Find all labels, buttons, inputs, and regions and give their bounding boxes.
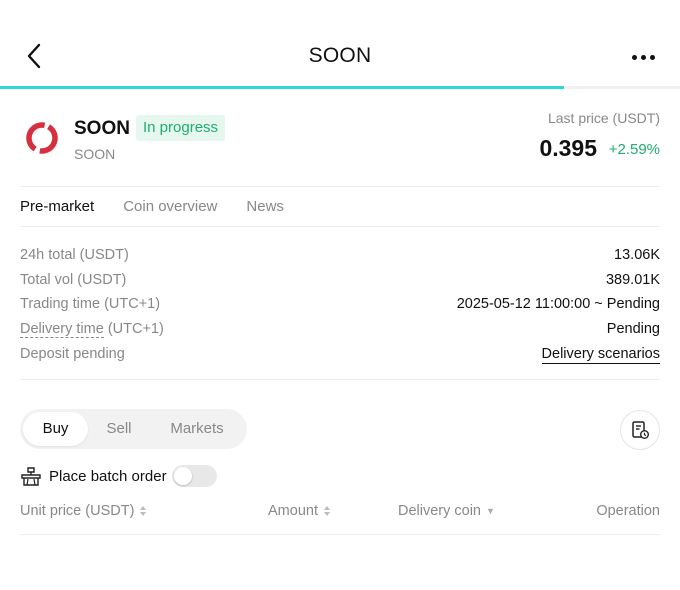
segment-sell[interactable]: Sell — [92, 412, 146, 446]
progress-bar-fill — [0, 86, 565, 89]
delivery-time-tooltip-trigger[interactable]: Delivery time — [20, 321, 104, 339]
price-change: +2.59% — [608, 141, 660, 158]
tab-pre-market[interactable]: Pre-market — [20, 198, 94, 215]
delivery-scenarios-link[interactable]: Delivery scenarios — [541, 346, 660, 364]
coin-logo — [26, 122, 58, 154]
info-value: Pending — [606, 321, 660, 338]
order-side-selector: Buy Sell Markets — [20, 409, 247, 449]
column-label: Unit price (USDT) — [20, 503, 135, 519]
more-horizontal-icon — [631, 54, 637, 60]
batch-order-icon — [21, 467, 41, 486]
coin-name: SOON — [74, 118, 130, 139]
sort-icon — [323, 506, 330, 516]
market-info-list: 24h total (USDT) 13.06K Total vol (USDT)… — [20, 245, 660, 368]
column-operation: Operation — [596, 503, 660, 519]
tab-bar: Pre-market Coin overview News — [20, 198, 284, 215]
coin-summary: SOON In progress SOON Last price (USDT) … — [20, 110, 660, 170]
delivery-time-suffix: (UTC+1) — [103, 321, 164, 338]
segment-buy[interactable]: Buy — [23, 412, 88, 446]
more-options-button[interactable] — [626, 44, 660, 70]
batch-order-row: Place batch order — [20, 463, 320, 491]
info-value: 389.01K — [605, 271, 660, 288]
info-row-trading-time: Trading time (UTC+1) 2025-05-12 11:00:00… — [20, 294, 660, 319]
info-label: Total vol (USDT) — [20, 271, 127, 288]
column-unit-price[interactable]: Unit price (USDT) — [20, 503, 147, 519]
column-amount[interactable]: Amount — [268, 503, 331, 519]
column-delivery-coin[interactable]: Delivery coin ▼ — [398, 503, 495, 519]
batch-order-toggle[interactable] — [172, 465, 217, 487]
status-badge: In progress — [136, 115, 226, 141]
top-bar: SOON — [0, 0, 680, 90]
batch-order-label: Place batch order — [49, 468, 167, 485]
info-row-deposit: Deposit pending Delivery scenarios — [20, 344, 660, 369]
divider — [20, 534, 660, 535]
progress-bar — [0, 86, 680, 89]
sort-icon — [140, 506, 147, 516]
toggle-knob — [174, 467, 192, 485]
caret-down-icon: ▼ — [486, 506, 495, 516]
info-row-24h-total: 24h total (USDT) 13.06K — [20, 245, 660, 270]
column-label: Amount — [268, 503, 318, 519]
info-row-total-vol: Total vol (USDT) 389.01K — [20, 270, 660, 295]
divider — [20, 226, 660, 227]
info-value: 13.06K — [614, 247, 660, 263]
tab-news[interactable]: News — [246, 198, 284, 215]
column-label: Operation — [596, 503, 660, 519]
info-value: 2025-05-12 11:00:00 ~ Pending — [456, 296, 660, 313]
order-history-icon — [632, 421, 649, 439]
tab-coin-overview[interactable]: Coin overview — [123, 198, 217, 215]
page-title: SOON — [308, 44, 372, 67]
info-row-delivery-time: Delivery time (UTC+1) Pending — [20, 319, 660, 344]
info-label: Trading time (UTC+1) — [20, 296, 161, 313]
info-label: 24h total (USDT) — [20, 247, 129, 263]
segment-markets[interactable]: Markets — [150, 412, 244, 446]
divider — [20, 186, 660, 187]
info-label: Delivery time (UTC+1) — [20, 321, 164, 339]
last-price-value: 0.395 — [539, 135, 597, 161]
divider — [20, 379, 660, 380]
column-label: Delivery coin — [398, 503, 481, 519]
coin-subtitle: SOON — [74, 146, 116, 162]
last-price-label: Last price (USDT) — [547, 110, 660, 126]
order-history-button[interactable] — [620, 410, 660, 450]
info-label: Deposit pending — [20, 345, 125, 362]
